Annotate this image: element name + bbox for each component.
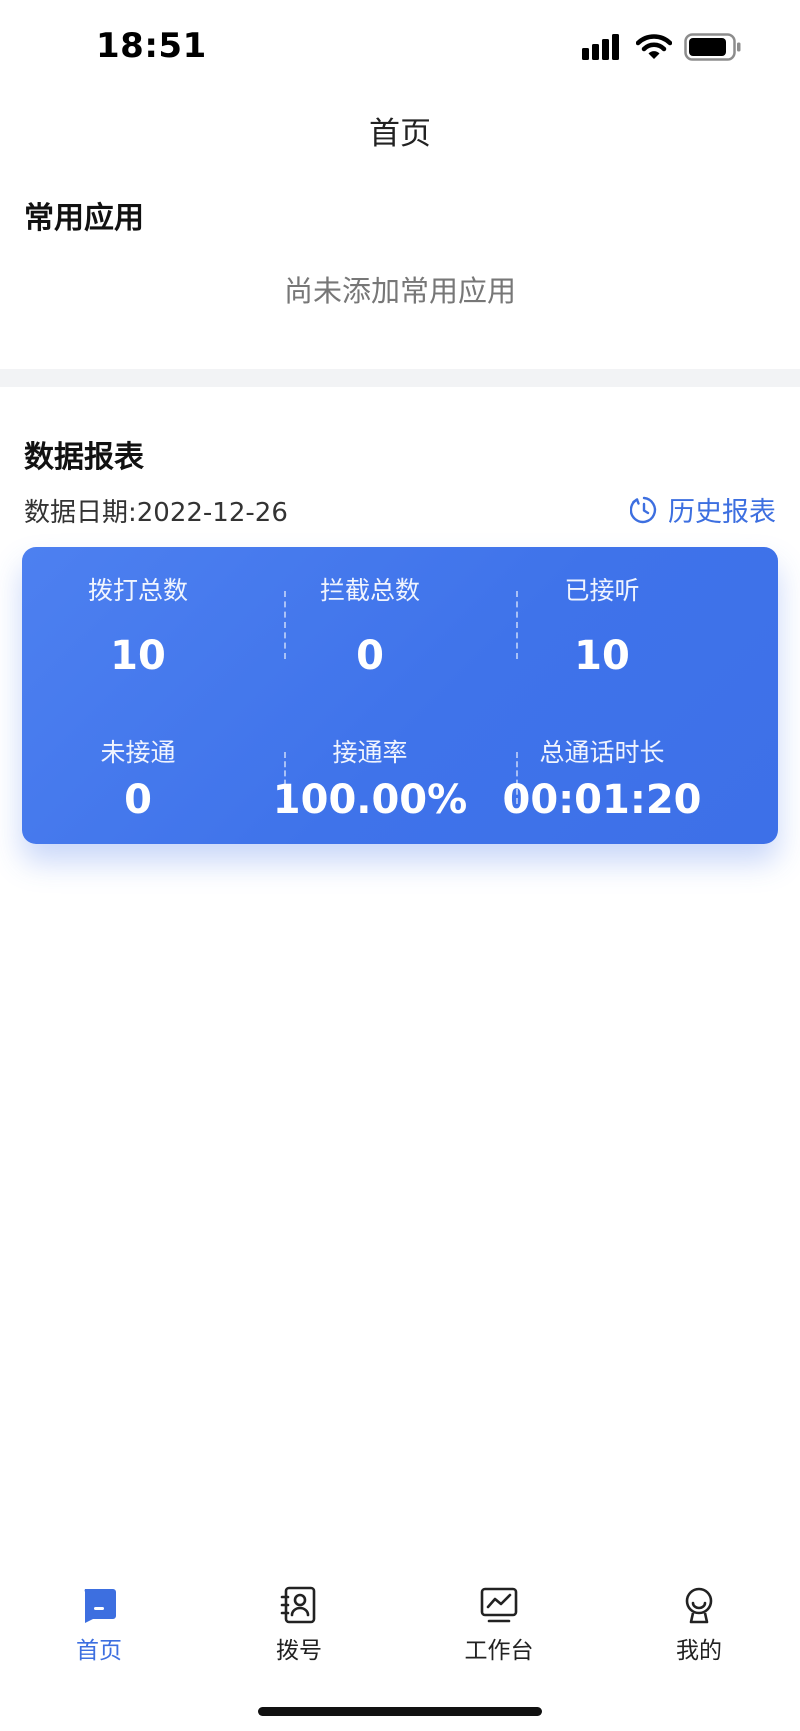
tab-label: 首页 <box>76 1638 122 1664</box>
frequent-apps-empty-text: 尚未添加常用应用 <box>283 274 516 308</box>
report-heading: 数据报表 <box>24 440 144 475</box>
stat-total-blocked: 拦截总数 0 <box>254 571 486 679</box>
section-divider <box>0 369 800 387</box>
history-report-label: 历史报表 <box>668 497 776 528</box>
tab-mine[interactable]: 我的 <box>619 1585 779 1665</box>
battery-icon <box>684 33 741 61</box>
tab-label: 拨号 <box>276 1638 322 1664</box>
clock-icon <box>630 496 657 523</box>
tab-workbench[interactable]: 工作台 <box>419 1585 579 1665</box>
signal-icon <box>582 34 619 60</box>
stat-total-duration: 总通话时长 00:01:20 <box>486 733 718 823</box>
stat-label: 未接通 <box>100 738 176 767</box>
stat-value: 0 <box>356 633 384 679</box>
wifi-icon <box>636 34 672 59</box>
home-icon <box>84 1589 116 1623</box>
stat-label: 拨打总数 <box>87 576 188 605</box>
stat-value: 10 <box>110 633 166 679</box>
profile-icon <box>685 1587 713 1624</box>
tab-home[interactable]: 首页 <box>19 1585 179 1665</box>
page-title: 首页 <box>369 116 431 152</box>
bottom-tab-bar: 首页 拨号 工作台 我的 <box>0 1575 800 1685</box>
stat-label: 接通率 <box>332 738 408 767</box>
tab-label: 我的 <box>676 1638 722 1664</box>
stat-value: 0 <box>124 777 152 823</box>
stat-label: 已接听 <box>564 576 640 605</box>
stat-connection-rate: 接通率 100.00% <box>254 733 486 823</box>
stats-card: 拨打总数 10 拦截总数 0 已接听 10 未接通 0 接通率 100.00% … <box>22 547 778 844</box>
stat-label: 总通话时长 <box>539 738 665 767</box>
status-bar: 18:51 <box>0 0 800 95</box>
report-date-row: 数据日期:2022-12-26 历史报表 <box>24 490 776 529</box>
stat-value: 100.00% <box>272 777 468 823</box>
report-date: 数据日期:2022-12-26 <box>24 498 288 528</box>
stat-answered: 已接听 10 <box>486 571 718 679</box>
status-icons <box>582 30 742 64</box>
chart-icon <box>480 1587 518 1623</box>
stat-unconnected: 未接通 0 <box>22 733 254 823</box>
contacts-icon <box>280 1586 316 1624</box>
tab-dial[interactable]: 拨号 <box>219 1585 379 1665</box>
tab-label: 工作台 <box>464 1638 534 1664</box>
stat-value: 10 <box>574 633 630 679</box>
frequent-apps-heading: 常用应用 <box>24 201 144 236</box>
history-report-link[interactable]: 历史报表 <box>630 490 776 529</box>
stat-value: 00:01:20 <box>502 777 702 823</box>
status-time: 18:51 <box>96 26 207 66</box>
home-indicator <box>258 1707 542 1716</box>
stat-label: 拦截总数 <box>319 576 420 605</box>
stat-total-calls: 拨打总数 10 <box>22 571 254 679</box>
